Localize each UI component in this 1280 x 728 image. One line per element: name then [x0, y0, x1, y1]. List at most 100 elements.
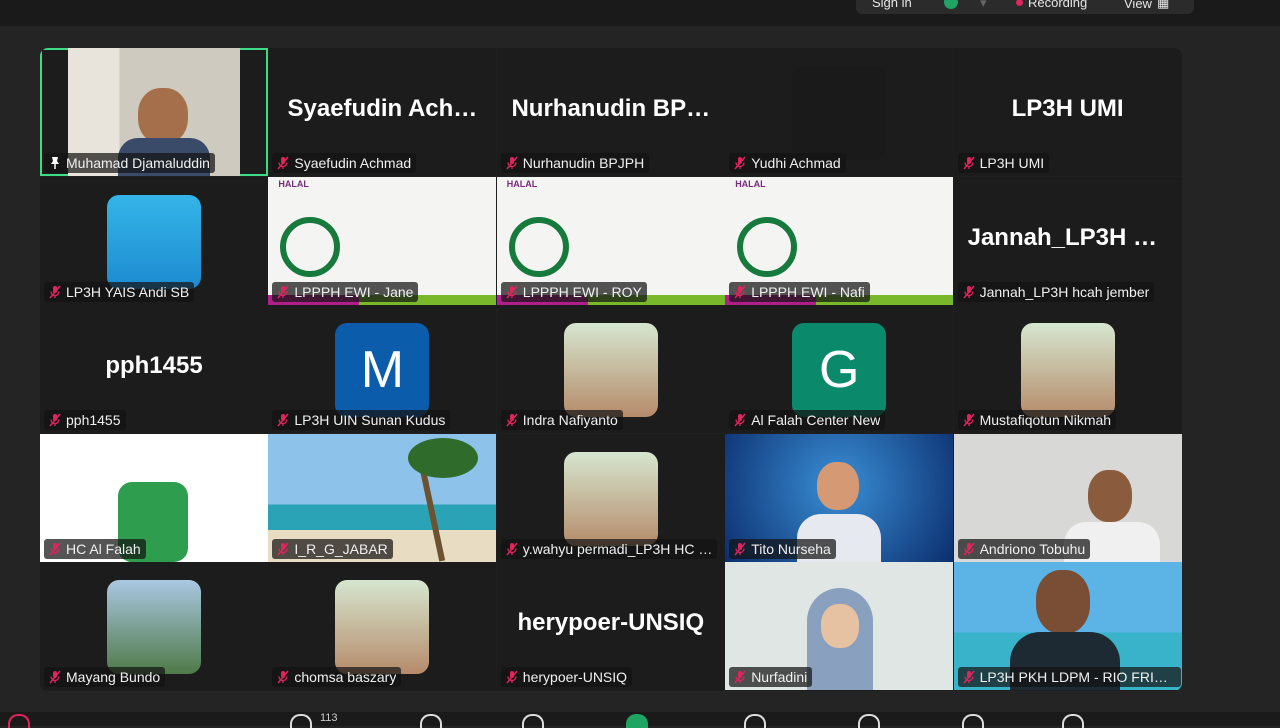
participant-name-label: Andriono Tobuhu	[957, 538, 1091, 559]
participant-name-label: herypoer-UNSIQ	[500, 667, 633, 688]
person-photo	[563, 451, 658, 546]
participants-count: 113	[320, 712, 338, 724]
muted-mic-icon	[49, 285, 61, 299]
participant-display-name: Nurhanudin BP…	[511, 95, 711, 123]
participant-tile[interactable]: M LP3H UIN Sunan Kudus	[268, 305, 497, 434]
muted-mic-icon	[734, 156, 746, 170]
muted-mic-icon	[49, 670, 61, 684]
pin-icon	[51, 157, 59, 169]
muted-mic-icon	[506, 542, 518, 556]
participant-tile[interactable]: HALAL LPPPH EWI - Jane	[268, 176, 497, 305]
participant-name-label: LP3H YAIS Andi SB	[44, 281, 195, 302]
mosque-crescent-icon	[792, 66, 887, 160]
participant-name-label: Syaefudin Achmad	[272, 153, 417, 173]
person-photo	[563, 323, 658, 418]
security-shield-icon[interactable]	[944, 0, 958, 9]
participant-tile[interactable]: Syaefudin Ach… Syaefudin Achmad	[268, 48, 497, 176]
participant-name-label: LP3H UMI	[957, 153, 1050, 173]
muted-mic-icon	[506, 413, 518, 427]
participant-tile[interactable]: I_R_G_JABAR	[268, 433, 497, 562]
participant-name-label: pph1455	[44, 410, 126, 431]
participant-name-label: Muhamad Djamaluddin	[44, 153, 215, 173]
participant-tile[interactable]: Jannah_LP3H h… Jannah_LP3H hcah jember	[953, 176, 1182, 305]
participant-name-label: Yudhi Achmad	[729, 153, 846, 173]
muted-mic-icon	[277, 285, 289, 299]
sign-in-button[interactable]: Sign in	[872, 0, 912, 10]
participant-tile[interactable]: LP3H PKH LDPM - RIO FRIYA…	[953, 562, 1182, 691]
view-label: View	[1124, 0, 1152, 11]
muted-mic-icon	[277, 670, 289, 684]
participant-tile[interactable]: HC Al Falah	[40, 433, 268, 562]
participant-name-label: LPPPH EWI - Nafi	[729, 281, 870, 302]
muted-mic-icon	[734, 542, 746, 556]
avatar: M	[335, 323, 430, 418]
person-photo	[335, 580, 430, 675]
participant-display-name: pph1455	[105, 352, 203, 380]
muted-mic-icon	[277, 413, 289, 427]
participant-tile[interactable]: Tito Nurseha	[725, 433, 954, 562]
muted-mic-icon	[963, 413, 975, 427]
participant-tile[interactable]: Muhamad Djamaluddin	[40, 48, 268, 176]
muted-mic-icon	[49, 542, 61, 556]
muted-mic-icon	[506, 285, 518, 299]
person-photo	[1020, 323, 1115, 418]
participant-tile[interactable]: LP3H UMI LP3H UMI	[953, 48, 1182, 176]
participant-name-label: LPPPH EWI - Jane	[272, 281, 419, 302]
gallery-view: Muhamad Djamaluddin Syaefudin Ach… Syaefud…	[40, 48, 1182, 691]
participant-name-label: I_R_G_JABAR	[272, 538, 393, 559]
recording-label: Recording	[1028, 0, 1088, 10]
participant-name-label: LP3H UIN Sunan Kudus	[272, 410, 451, 431]
participant-tile[interactable]: HALAL LPPPH EWI - Nafi	[725, 176, 954, 305]
participant-tile[interactable]: pph1455 pph1455	[40, 305, 268, 434]
grid-view-icon: ▦	[1156, 0, 1170, 10]
muted-mic-icon	[49, 413, 61, 427]
participant-tile[interactable]: Mayang Bundo	[40, 562, 268, 691]
participant-tile[interactable]: chomsa baszary	[268, 562, 497, 691]
muted-mic-icon	[734, 670, 746, 684]
participant-tile[interactable]: G Al Falah Center New	[725, 305, 954, 434]
participant-tile[interactable]: Yudhi Achmad	[725, 48, 954, 176]
participant-tile[interactable]: herypoer-UNSIQ herypoer-UNSIQ	[496, 562, 725, 691]
participant-name-label: Mustafiqotun Nikmah	[957, 410, 1117, 431]
participant-display-name: Syaefudin Ach…	[287, 95, 478, 123]
participant-display-name: LP3H UMI	[1011, 95, 1124, 123]
muted-mic-icon	[506, 156, 518, 170]
muted-mic-icon	[734, 413, 746, 427]
participant-name-label: Al Falah Center New	[729, 410, 886, 431]
top-bar: Sign in ▾ Recording View ▦	[0, 0, 1280, 26]
participant-tile[interactable]: HALAL LPPPH EWI - ROY	[496, 176, 725, 305]
participant-name-label: Indra Nafiyanto	[500, 410, 623, 431]
participant-name-label: Nurhanudin BPJPH	[500, 153, 650, 173]
muted-mic-icon	[963, 670, 975, 684]
participant-tile[interactable]: Mustafiqotun Nikmah	[953, 305, 1182, 434]
muted-mic-icon	[963, 542, 975, 556]
participant-display-name: Jannah_LP3H h…	[967, 223, 1172, 251]
chevron-down-icon[interactable]: ▾	[980, 0, 987, 11]
participant-name-label: Mayang Bundo	[44, 667, 166, 688]
avatar: G	[792, 323, 887, 418]
participant-tile[interactable]: Andriono Tobuhu	[953, 433, 1182, 562]
sign-in-label: Sign in	[872, 0, 912, 10]
meeting-status-pill: Sign in ▾ Recording View ▦	[856, 0, 1194, 14]
participant-name-label: chomsa baszary	[272, 667, 402, 688]
record-dot-icon	[1016, 0, 1023, 6]
participant-tile[interactable]: Indra Nafiyanto	[496, 305, 725, 434]
muted-mic-icon	[506, 670, 518, 684]
participant-name-label: y.wahyu permadi_LP3H HC …	[500, 538, 718, 559]
participant-tile[interactable]: Nurhanudin BP… Nurhanudin BPJPH	[496, 48, 725, 176]
recording-indicator[interactable]: Recording	[1016, 0, 1087, 10]
muted-mic-icon	[277, 542, 289, 556]
participant-name-label: Jannah_LP3H hcah jember	[957, 281, 1155, 302]
muted-mic-icon	[734, 285, 746, 299]
participant-name-label: Tito Nurseha	[729, 538, 836, 559]
person-mountain	[107, 580, 201, 675]
participant-tile[interactable]: LP3H YAIS Andi SB	[40, 176, 268, 305]
participant-tile[interactable]: Nurfadini	[725, 562, 954, 691]
participant-name-label: HC Al Falah	[44, 538, 146, 559]
muted-mic-icon	[963, 285, 975, 299]
meeting-toolbar: 113	[0, 712, 1280, 728]
view-button[interactable]: View ▦	[1124, 0, 1169, 11]
muted-mic-icon	[277, 156, 289, 170]
muted-mic-icon	[963, 156, 975, 170]
participant-tile[interactable]: y.wahyu permadi_LP3H HC …	[496, 433, 725, 562]
